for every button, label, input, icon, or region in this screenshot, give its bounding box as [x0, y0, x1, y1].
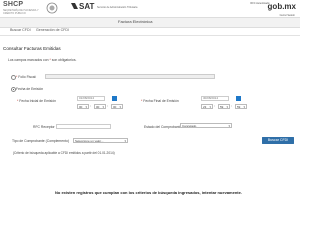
- hora-inicial-mm[interactable]: 00: [94, 104, 106, 109]
- required-asterisk: *: [49, 58, 51, 62]
- fecha-final-label: * Fecha Final de Emisión: [141, 99, 179, 103]
- estado-label: Estado del Comprobante: [144, 125, 182, 129]
- fecha-final-label-text: Fecha Final de Emisión: [143, 99, 179, 103]
- gobmx-logo[interactable]: gob.mx: [268, 2, 296, 11]
- page-title: Consultar Facturas Emitidas: [3, 46, 61, 51]
- folio-label-text: Folio Fiscal:: [18, 75, 37, 79]
- fecha-inicial-label-text: Fecha Inicial de Emisión: [19, 99, 57, 103]
- calendar-icon[interactable]: [112, 96, 117, 101]
- tipo-label: Tipo de Comprobante (Complemento): [12, 139, 69, 143]
- fecha-final-input[interactable]: 30/08/2014: [201, 96, 229, 101]
- main-content: Consultar Facturas Emitidas Los campos m…: [0, 35, 300, 207]
- sat-mark-icon: [71, 3, 78, 9]
- fecha-label: Fecha de Emisión: [16, 87, 44, 91]
- hora-inicial-hh[interactable]: 00: [77, 104, 89, 109]
- hora-inicial-ss[interactable]: 00: [111, 104, 123, 109]
- folio-fiscal-input[interactable]: [45, 74, 215, 79]
- shcp-subtitle: SECRETARÍA DE HACIENDA Y CRÉDITO PÚBLICO: [3, 9, 39, 15]
- required-note-post: son obligatorios.: [51, 58, 77, 62]
- calendar-icon[interactable]: [236, 96, 241, 101]
- top-header: SHCP SECRETARÍA DE HACIENDA Y CRÉDITO PÚ…: [0, 0, 300, 17]
- time-sep: :: [90, 104, 91, 108]
- hora-final-mm[interactable]: 59: [218, 104, 230, 109]
- tipo-select[interactable]: Seleccione un valor...: [73, 138, 128, 143]
- fecha-inicial-label: * Fecha Inicial de Emisión: [17, 99, 56, 103]
- mexico-shield-icon: [46, 2, 58, 14]
- nav-buscar-cfdi[interactable]: Buscar CFDI: [10, 28, 31, 32]
- criteria-hint: (Criterio de búsqueda aplicable a CFDI e…: [13, 151, 115, 155]
- sat-subtitle: Servicio de Administración Tributaria: [97, 6, 138, 9]
- hora-final-hh[interactable]: 23: [201, 104, 213, 109]
- shcp-logo: SHCP: [3, 1, 24, 8]
- buscar-cfdi-button[interactable]: Buscar CFDI: [262, 137, 294, 144]
- time-sep: :: [107, 104, 108, 108]
- required-note-pre: Los campos marcados con: [8, 58, 49, 62]
- time-sep: :: [231, 104, 232, 108]
- sat-logo: SAT: [79, 2, 95, 11]
- time-sep: :: [214, 104, 215, 108]
- rfc-receptor-label: RFC Receptor: [33, 125, 55, 129]
- required-note: Los campos marcados con * son obligatori…: [8, 58, 76, 62]
- estado-select[interactable]: Cancelado: [180, 123, 232, 128]
- rfc-receptor-input[interactable]: [56, 124, 111, 129]
- hora-final-ss[interactable]: 59: [235, 104, 247, 109]
- folio-label: * Folio Fiscal:: [16, 75, 36, 79]
- no-results-message: No existen registros que cumplan con los…: [55, 190, 242, 195]
- app-title: Factura Electrónica: [118, 19, 153, 24]
- fecha-inicial-input[interactable]: 01/08/2014: [77, 96, 105, 101]
- nav-generacion-cfdi[interactable]: Generación de CFDI: [36, 28, 69, 32]
